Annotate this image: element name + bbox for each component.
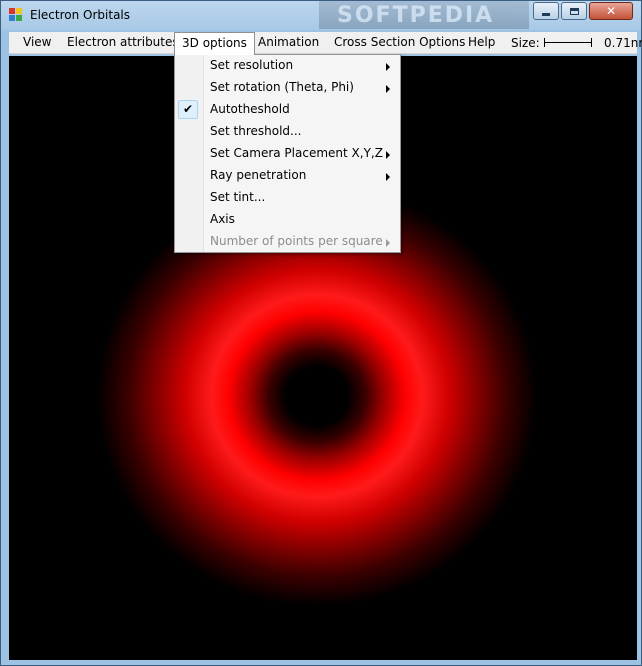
menu-item-axis[interactable]: Axis [175,209,400,231]
menu-item-label: Autotheshold [210,102,290,116]
app-icon[interactable] [9,8,23,22]
submenu-arrow-icon [386,173,390,181]
minimize-icon [542,12,550,16]
menu-item-label: Ray penetration [210,168,307,182]
menu-item-label: Set resolution [210,58,294,72]
menu-item-set-resolution[interactable]: Set resolution [175,55,400,77]
window-title: Electron Orbitals [30,8,131,22]
menu-item-label: Number of points per square [210,234,383,248]
submenu-arrow-icon [386,239,390,247]
menu-help[interactable]: Help [468,32,495,54]
menu-bar: View Electron attributes 3D options Anim… [9,32,642,55]
menu-item-label: Set Camera Placement X,Y,Z [210,146,383,160]
menu-cross-section-options[interactable]: Cross Section Options [334,32,465,54]
menu-item-label: Set threshold... [210,124,302,138]
maximize-icon [569,7,579,15]
menu-item-autotheshold[interactable]: ✔ Autotheshold [175,99,400,121]
submenu-arrow-icon [386,63,390,71]
menu-item-label: Axis [210,212,235,226]
minimize-button[interactable] [533,2,559,20]
menu-3d-options[interactable]: 3D options [174,32,255,55]
submenu-arrow-icon [386,151,390,159]
checkmark-icon: ✔ [183,102,194,116]
app-window: Electron Orbitals SOFTPEDIA ✕ View Elect… [0,0,642,666]
menu-item-ray-penetration[interactable]: Ray penetration [175,165,400,187]
submenu-arrow-icon [386,85,390,93]
menu-item-set-tint[interactable]: Set tint... [175,187,400,209]
maximize-button[interactable] [561,2,587,20]
menu-item-label: Set rotation (Theta, Phi) [210,80,354,94]
menu-item-label: Set tint... [210,190,266,204]
check-highlight: ✔ [178,100,198,119]
size-label: Size: [511,36,540,50]
menu-view[interactable]: View [23,32,51,54]
menu-item-set-rotation[interactable]: Set rotation (Theta, Phi) [175,77,400,99]
watermark-logo: SOFTPEDIA [319,1,529,29]
size-value: 0.71nm [604,36,642,50]
menu-item-points-per-square: Number of points per square [175,231,400,253]
menu-animation[interactable]: Animation [258,32,319,54]
menu-item-set-threshold[interactable]: Set threshold... [175,121,400,143]
menu-item-set-camera-placement[interactable]: Set Camera Placement X,Y,Z [175,143,400,165]
close-button[interactable]: ✕ [589,2,633,20]
menu-electron-attributes[interactable]: Electron attributes [67,32,179,54]
title-bar[interactable]: Electron Orbitals SOFTPEDIA ✕ [1,1,641,29]
scale-ruler-icon [544,38,592,47]
3d-options-dropdown: Set resolution Set rotation (Theta, Phi)… [174,54,401,253]
close-icon: ✕ [605,4,617,18]
